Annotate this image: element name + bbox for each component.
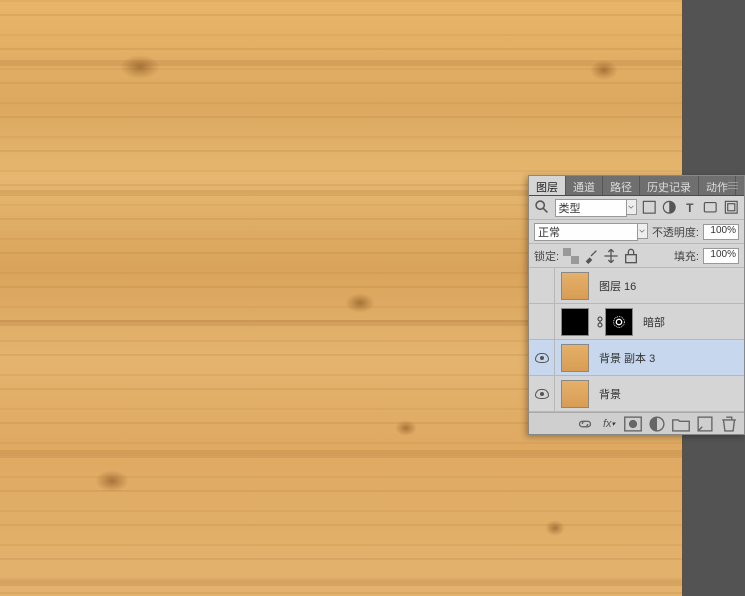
lock-transparency-icon[interactable]: [563, 248, 579, 264]
layer-thumbnail[interactable]: [561, 344, 589, 372]
wood-knot: [545, 520, 565, 536]
link-mask-icon[interactable]: [595, 316, 605, 328]
visibility-toggle[interactable]: [529, 304, 555, 340]
layers-bottom-bar: fx▾: [529, 412, 744, 434]
blend-row: 正常 不透明度: 100%: [529, 220, 744, 244]
fill-label: 填充:: [674, 248, 699, 264]
layer-thumbnail[interactable]: [561, 272, 589, 300]
layers-list: 图层 16 暗部 背景 副本 3 背景: [529, 268, 744, 412]
visibility-toggle[interactable]: [529, 268, 555, 304]
blend-mode-select[interactable]: 正常: [534, 223, 638, 241]
layer-row[interactable]: 背景 副本 3: [529, 340, 744, 376]
chevron-down-icon[interactable]: [627, 199, 637, 215]
fx-icon[interactable]: fx▾: [598, 414, 620, 434]
trash-icon[interactable]: [718, 414, 740, 434]
adjustment-layer-icon[interactable]: [646, 414, 668, 434]
layer-name[interactable]: 暗部: [639, 314, 744, 330]
add-mask-icon[interactable]: [622, 414, 644, 434]
lock-row: 锁定: 填充: 100%: [529, 244, 744, 268]
group-icon[interactable]: [670, 414, 692, 434]
tab-layers[interactable]: 图层: [529, 176, 566, 195]
layer-row[interactable]: 图层 16: [529, 268, 744, 304]
opacity-field[interactable]: 100%: [703, 224, 739, 240]
fill-field[interactable]: 100%: [703, 248, 739, 264]
lock-all-icon[interactable]: [623, 248, 639, 264]
eye-icon: [535, 389, 549, 399]
panel-menu-icon[interactable]: [728, 178, 742, 192]
wood-knot: [395, 420, 417, 436]
filter-shape-icon[interactable]: [702, 199, 719, 217]
filter-smart-icon[interactable]: [723, 199, 740, 217]
tab-channels[interactable]: 通道: [566, 176, 603, 195]
wood-knot: [95, 470, 129, 492]
opacity-label: 不透明度:: [652, 224, 699, 240]
layer-thumbnail[interactable]: [561, 308, 589, 336]
search-icon: [534, 199, 551, 217]
layer-thumbnail[interactable]: [561, 380, 589, 408]
visibility-toggle[interactable]: [529, 340, 555, 376]
lock-position-icon[interactable]: [603, 248, 619, 264]
panel-tabs: 图层 通道 路径 历史记录 动作: [529, 176, 744, 196]
link-layers-icon[interactable]: [574, 414, 596, 434]
layers-panel: 图层 通道 路径 历史记录 动作 类型 T 正常 不透明度: 100% 锁定: …: [528, 175, 745, 435]
wood-knot: [120, 55, 160, 79]
layer-row[interactable]: 暗部: [529, 304, 744, 340]
layer-name[interactable]: 背景: [595, 386, 744, 402]
tab-history[interactable]: 历史记录: [640, 176, 699, 195]
filter-row: 类型 T: [529, 196, 744, 220]
visibility-toggle[interactable]: [529, 376, 555, 412]
filter-kind-select[interactable]: 类型: [555, 199, 627, 217]
filter-adjust-icon[interactable]: [661, 199, 678, 217]
filter-type-icon[interactable]: T: [682, 199, 699, 217]
chevron-down-icon[interactable]: [638, 223, 648, 239]
wood-knot: [345, 293, 375, 313]
layer-name[interactable]: 图层 16: [595, 278, 744, 294]
filter-pixel-icon[interactable]: [641, 199, 658, 217]
layer-row[interactable]: 背景: [529, 376, 744, 412]
eye-icon: [535, 353, 549, 363]
layer-name[interactable]: 背景 副本 3: [595, 350, 744, 366]
tab-paths[interactable]: 路径: [603, 176, 640, 195]
layer-mask-thumbnail[interactable]: [605, 308, 633, 336]
new-layer-icon[interactable]: [694, 414, 716, 434]
lock-brush-icon[interactable]: [583, 248, 599, 264]
lock-label: 锁定:: [534, 248, 559, 264]
wood-knot: [590, 60, 618, 80]
